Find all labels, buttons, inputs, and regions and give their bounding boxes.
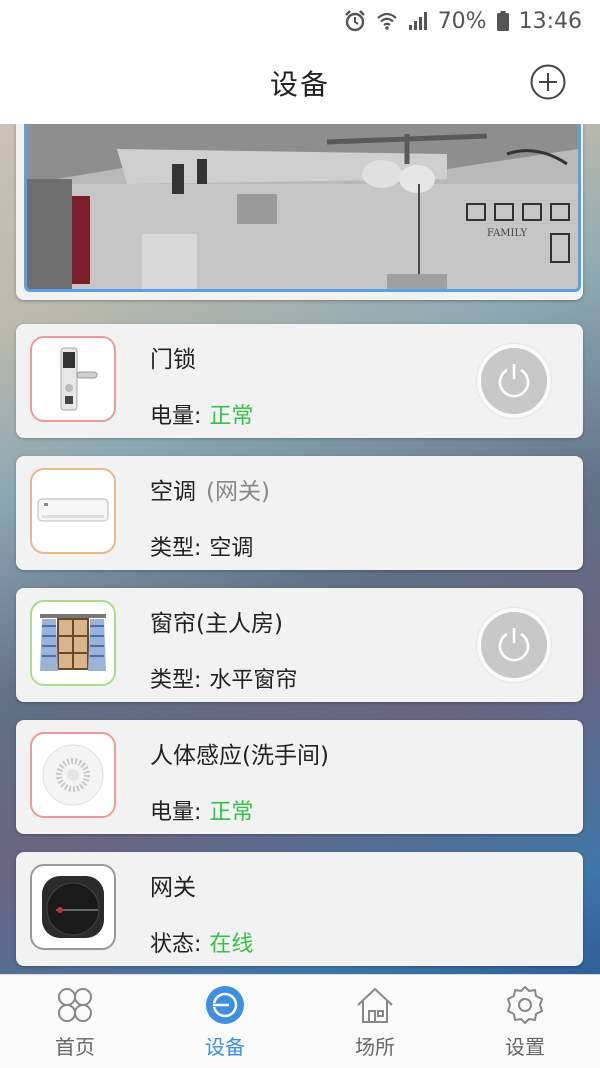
tab-places[interactable]: 场所 [300, 975, 450, 1068]
air-conditioner-image [30, 468, 116, 554]
device-card-lock[interactable]: 门锁 电量: 正常 [16, 324, 583, 438]
device-info: 电量: 正常 [150, 800, 254, 825]
device-name: 网关 [150, 875, 196, 901]
home-grid-icon [58, 988, 92, 1022]
device-card-motion-sensor[interactable]: 人体感应(洗手间) 电量: 正常 [16, 720, 583, 834]
battery-percent: 70% [437, 8, 487, 34]
tab-label: 场所 [355, 1035, 395, 1059]
tab-label: 设备 [205, 1035, 245, 1059]
page-title: 设备 [269, 68, 330, 101]
device-card-aircon[interactable]: 空调 (网关) 类型: 空调 [16, 456, 583, 570]
tab-label: 设置 [505, 1035, 545, 1059]
motion-sensor-image [30, 732, 116, 818]
power-icon [498, 628, 530, 662]
curtain-image [30, 600, 116, 686]
add-device-icon[interactable] [530, 64, 566, 100]
device-card-curtain[interactable]: 窗帘(主人房) 类型: 水平窗帘 [16, 588, 583, 702]
clock: 13:46 [518, 8, 582, 34]
battery-status: 正常 [209, 404, 254, 429]
wifi-icon [376, 12, 397, 30]
device-name: 空调 (网关) [150, 479, 270, 505]
device-name: 人体感应(洗手间) [150, 743, 329, 769]
status-bar: 70% 13:46 [0, 0, 600, 42]
device-icon [206, 986, 244, 1024]
device-info: 类型: 空调 [150, 536, 254, 561]
power-icon [498, 364, 530, 398]
tab-devices[interactable]: 设备 [150, 975, 300, 1068]
house-icon [357, 987, 393, 1023]
signal-icon [408, 12, 427, 30]
power-button[interactable] [477, 608, 551, 682]
top-header: 设备 [0, 42, 600, 124]
gateway-image [30, 864, 116, 950]
online-status: 在线 [209, 932, 254, 957]
gear-icon [507, 986, 543, 1024]
device-info: 类型: 水平窗帘 [150, 668, 298, 693]
battery-icon [496, 11, 509, 31]
svg-text:FAMILY: FAMILY [487, 228, 527, 239]
device-card-gateway[interactable]: 网关 状态: 在线 [16, 852, 583, 966]
device-list-area[interactable]: FAMILY 门锁 电量: 正常 空调 (网关) 类型: 空调 窗帘(主人房) … [0, 124, 600, 974]
tab-label: 首页 [55, 1035, 95, 1059]
device-name: 门锁 [150, 347, 196, 373]
camera-card[interactable]: FAMILY [16, 124, 583, 300]
bottom-tab-bar: 首页 设备 场所 设置 [0, 974, 600, 1068]
device-info: 状态: 在线 [150, 932, 254, 957]
door-lock-image [30, 336, 116, 422]
power-button[interactable] [477, 344, 551, 418]
camera-feed[interactable]: FAMILY [24, 124, 581, 292]
camera-image: FAMILY [27, 124, 578, 289]
tab-settings[interactable]: 设置 [450, 975, 600, 1068]
device-name: 窗帘(主人房) [150, 611, 283, 637]
battery-status: 正常 [209, 800, 254, 825]
device-info: 电量: 正常 [150, 404, 254, 429]
alarm-icon [344, 10, 365, 32]
tab-home[interactable]: 首页 [0, 975, 150, 1068]
